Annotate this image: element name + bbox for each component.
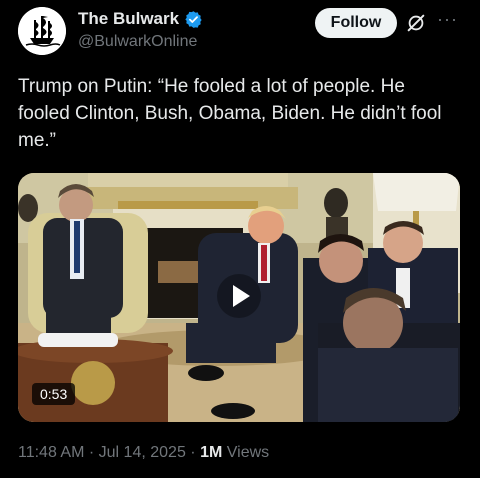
views-label: Views (226, 444, 270, 461)
tweet-date[interactable]: Jul 14, 2025 (99, 444, 186, 461)
follow-button[interactable]: Follow (315, 8, 397, 38)
tweet-text: Trump on Putin: “He fooled a lot of peop… (18, 76, 442, 151)
account-handle[interactable]: @BulwarkOnline (78, 33, 197, 51)
pirate-ship-logo (18, 7, 66, 55)
grok-icon[interactable] (405, 12, 427, 34)
video-duration: 0:53 (32, 383, 76, 405)
views-count: 1M (200, 444, 223, 461)
tweet-time[interactable]: 11:48 AM (18, 444, 84, 461)
more-options-icon[interactable]: ··· (437, 9, 458, 30)
verified-badge-icon (185, 10, 202, 28)
meta-separator: · (190, 444, 196, 461)
play-icon[interactable] (217, 274, 261, 318)
account-name-row[interactable]: The Bulwark (78, 9, 203, 29)
meta-separator: · (88, 444, 95, 461)
tweet-meta: 11:48 AM · Jul 14, 2025 · 1M Views (18, 444, 269, 462)
video-player[interactable] (18, 173, 460, 422)
account-name[interactable]: The Bulwark (78, 9, 179, 29)
avatar[interactable] (18, 7, 66, 55)
